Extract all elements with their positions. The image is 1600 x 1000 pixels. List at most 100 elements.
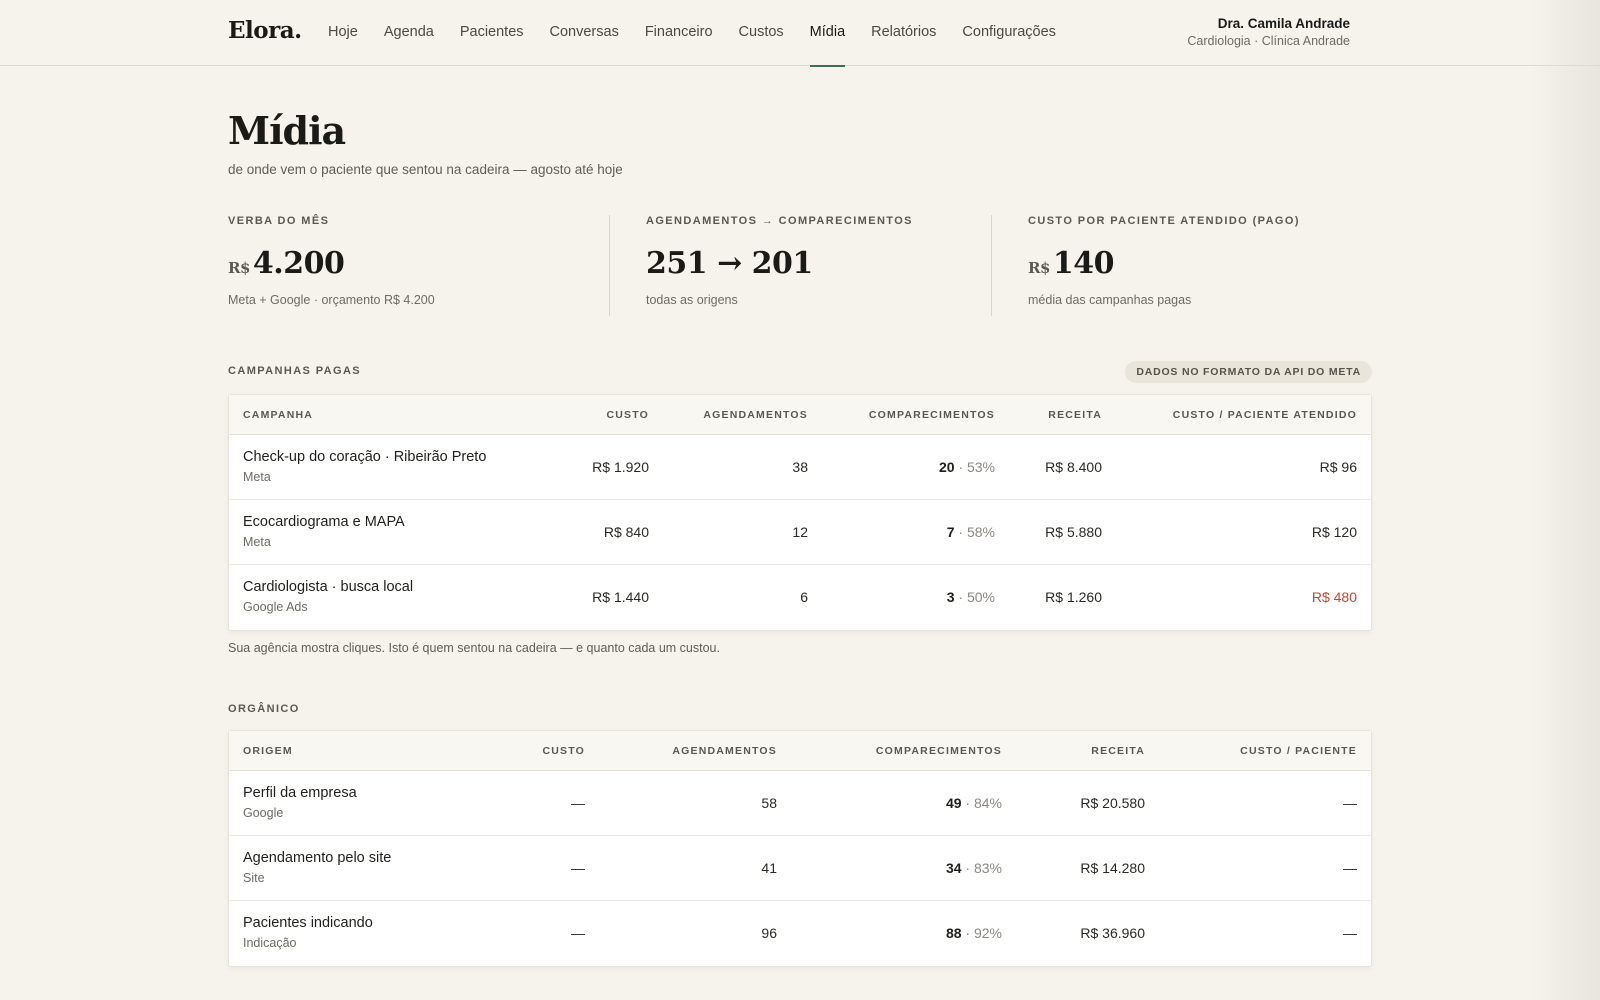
revenue-cell: R$ 36.960 (1080, 925, 1145, 941)
kpi-cost-per-patient: CUSTO POR PACIENTE ATENDIDO (PAGO) R$ 140… (1028, 215, 1372, 316)
campaign-name: Check-up do coração · Ribeirão Preto (243, 449, 487, 465)
organic-table: ORIGEM CUSTO AGENDAMENTOS COMPARECIMENTO… (228, 730, 1372, 967)
nav-item-hoje[interactable]: Hoje (328, 0, 358, 66)
attendance-count: 7 (946, 524, 955, 540)
attendance-cell: 3 · 50% (947, 565, 995, 630)
kpi-bookings: AGENDAMENTOS → COMPARECIMENTOS 251 → 201… (646, 215, 1006, 316)
nav-item-configuracoes[interactable]: Configurações (962, 0, 1056, 66)
origin-name: Agendamento pelo site (243, 850, 392, 866)
user-subtitle: Cardiologia · Clínica Andrade (1187, 34, 1350, 48)
column-header-receita[interactable]: RECEITA (1091, 731, 1145, 771)
cost-per-patient-cell: — (1343, 860, 1357, 876)
column-header-agendamentos[interactable]: AGENDAMENTOS (703, 395, 808, 435)
api-format-badge: DADOS NO FORMATO DA API DO META (1125, 361, 1372, 383)
cost-per-patient-cell: R$ 96 (1319, 459, 1357, 475)
attendance-rate: · 53% (958, 459, 995, 475)
revenue-cell: R$ 8.400 (1045, 459, 1102, 475)
column-header-comparecimentos[interactable]: COMPARECIMENTOS (869, 395, 995, 435)
column-header-custo-paciente[interactable]: CUSTO / PACIENTE (1240, 731, 1357, 771)
column-header-custo[interactable]: CUSTO (542, 731, 585, 771)
column-header-agendamentos[interactable]: AGENDAMENTOS (672, 731, 777, 771)
nav-item-custos[interactable]: Custos (739, 0, 784, 66)
attendance-cell: 7 · 58% (947, 500, 995, 565)
column-header-receita[interactable]: RECEITA (1048, 395, 1102, 435)
table-row[interactable]: Ecocardiograma e MAPA Meta R$ 840 12 7 ·… (229, 500, 1371, 565)
cost-cell: — (571, 860, 585, 876)
column-header-comparecimentos[interactable]: COMPARECIMENTOS (876, 731, 1002, 771)
cost-per-patient-cell: — (1343, 795, 1357, 811)
campaign-name-cell: Check-up do coração · Ribeirão Preto Met… (243, 449, 486, 484)
column-header-campanha[interactable]: CAMPANHA (243, 395, 313, 435)
column-header-custo[interactable]: CUSTO (606, 395, 649, 435)
campaign-name-cell: Ecocardiograma e MAPA Meta (243, 514, 405, 549)
kpi-label: AGENDAMENTOS → COMPARECIMENTOS (646, 215, 913, 227)
campaign-source: Google Ads (243, 600, 308, 614)
attendance-count: 49 (945, 795, 962, 811)
section-label-paid: CAMPANHAS PAGAS (228, 365, 362, 377)
origin-name-cell: Agendamento pelo site Site (243, 850, 391, 885)
paid-footnote: Sua agência mostra cliques. Isto é quem … (228, 641, 720, 655)
revenue-cell: R$ 1.260 (1045, 589, 1102, 605)
bookings-cell: 6 (800, 589, 808, 605)
revenue-cell: R$ 14.280 (1080, 860, 1145, 876)
kpi-label: VERBA DO MÊS (228, 215, 330, 227)
origin-source: Indicação (243, 936, 297, 950)
attendance-rate: · 83% (965, 860, 1002, 876)
attendance-cell: 49 · 84% (946, 771, 1002, 836)
app-logo[interactable]: Elora. (228, 17, 302, 44)
page-title: Mídia (228, 108, 346, 153)
revenue-cell: R$ 5.880 (1045, 524, 1102, 540)
nav-item-conversas[interactable]: Conversas (550, 0, 619, 66)
cost-per-patient-cell: — (1343, 925, 1357, 941)
cost-cell: R$ 1.440 (592, 589, 649, 605)
attendance-count: 88 (945, 925, 962, 941)
origin-name-cell: Perfil da empresa Google (243, 785, 357, 820)
top-bar: Elora. Hoje Agenda Pacientes Conversas F… (0, 0, 1600, 67)
kpi-number: 4.200 (252, 246, 345, 281)
attendance-count: 34 (945, 860, 962, 876)
origin-name-cell: Pacientes indicando Indicação (243, 915, 373, 950)
main-nav: Hoje Agenda Pacientes Conversas Financei… (328, 0, 1082, 67)
kpi-divider (609, 215, 610, 316)
campaign-name: Cardiologista · busca local (243, 579, 414, 595)
cost-cell: R$ 840 (603, 524, 649, 540)
column-header-origem[interactable]: ORIGEM (243, 731, 293, 771)
kpi-note: Meta + Google · orçamento R$ 4.200 (228, 293, 435, 307)
origin-name: Perfil da empresa (243, 785, 357, 801)
kpi-number: 140 (1052, 246, 1115, 281)
kpi-value: R$ 4.200 (228, 246, 608, 281)
bookings-cell: 96 (761, 925, 777, 941)
nav-item-financeiro[interactable]: Financeiro (645, 0, 713, 66)
kpi-number: 251 → 201 (646, 246, 813, 281)
user-menu[interactable]: Dra. Camila Andrade Cardiologia · Clínic… (1187, 16, 1350, 48)
kpi-budget: VERBA DO MÊS R$ 4.200 Meta + Google · orç… (228, 215, 608, 316)
kpi-value: 251 → 201 (646, 246, 1006, 281)
cost-cell: R$ 1.920 (592, 459, 649, 475)
campaign-source: Meta (243, 470, 271, 484)
nav-item-agenda[interactable]: Agenda (384, 0, 434, 66)
attendance-rate: · 50% (958, 589, 995, 605)
bookings-cell: 12 (792, 524, 808, 540)
table-row[interactable]: Agendamento pelo site Site — 41 34 · 83%… (229, 836, 1371, 901)
attendance-rate: · 92% (965, 925, 1002, 941)
nav-item-relatorios[interactable]: Relatórios (871, 0, 936, 66)
nav-item-midia[interactable]: Mídia (809, 0, 846, 67)
column-header-custo-paciente[interactable]: CUSTO / PACIENTE ATENDIDO (1173, 395, 1357, 435)
kpi-label: CUSTO POR PACIENTE ATENDIDO (PAGO) (1028, 215, 1300, 227)
attendance-rate: · 84% (965, 795, 1002, 811)
table-row[interactable]: Check-up do coração · Ribeirão Preto Met… (229, 435, 1371, 500)
table-row[interactable]: Pacientes indicando Indicação — 96 88 · … (229, 901, 1371, 966)
bookings-cell: 58 (761, 795, 777, 811)
section-label-organic: ORGÂNICO (228, 703, 300, 715)
cost-cell: — (571, 795, 585, 811)
attendance-cell: 88 · 92% (946, 901, 1002, 966)
table-row[interactable]: Cardiologista · busca local Google Ads R… (229, 565, 1371, 630)
origin-name: Pacientes indicando (243, 915, 373, 931)
nav-item-pacientes[interactable]: Pacientes (460, 0, 524, 66)
user-name: Dra. Camila Andrade (1217, 16, 1350, 31)
kpi-note: média das campanhas pagas (1028, 293, 1192, 307)
table-header: ORIGEM CUSTO AGENDAMENTOS COMPARECIMENTO… (229, 731, 1371, 771)
bookings-cell: 38 (792, 459, 808, 475)
attendance-count: 3 (946, 589, 955, 605)
table-row[interactable]: Perfil da empresa Google — 58 49 · 84% R… (229, 771, 1371, 836)
